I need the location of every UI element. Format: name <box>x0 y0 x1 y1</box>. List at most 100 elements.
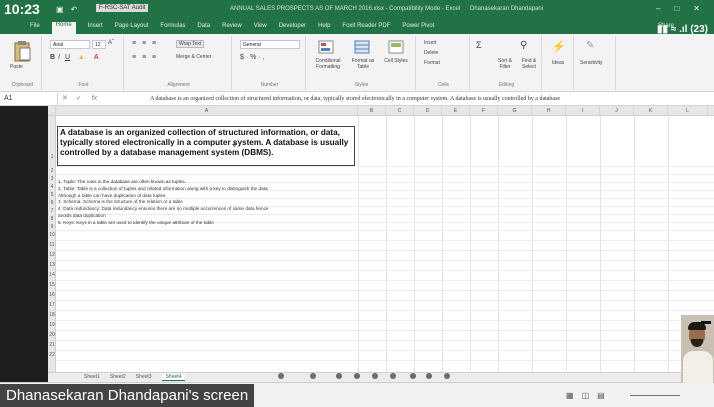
align-middle-icon[interactable]: ≡ <box>142 40 146 47</box>
column-header-d[interactable]: D <box>414 106 442 116</box>
zoom-slider[interactable] <box>630 395 680 396</box>
row-header[interactable]: 9 <box>48 224 56 230</box>
row-header[interactable]: 11 <box>48 242 56 248</box>
column-header-b[interactable]: B <box>358 106 386 116</box>
row-header[interactable]: 1 <box>48 154 56 160</box>
tab-home[interactable]: Home <box>51 22 76 34</box>
progress-dot[interactable] <box>310 373 316 379</box>
row-header[interactable]: 7 <box>48 208 56 214</box>
fx-icon[interactable]: fx <box>92 95 97 102</box>
select-all[interactable] <box>48 106 56 116</box>
row-header[interactable]: 10 <box>48 232 56 238</box>
conditional-formatting-button[interactable]: Conditional Formatting <box>310 58 346 70</box>
tab-formulas[interactable]: Formulas <box>160 23 185 34</box>
row-header[interactable]: 16 <box>48 292 56 298</box>
fill-color-icon[interactable]: ▲ <box>78 54 85 61</box>
normal-view-icon[interactable]: ▦ <box>566 391 574 400</box>
row-header[interactable]: 12 <box>48 252 56 258</box>
font-color-icon[interactable]: A <box>94 54 99 61</box>
align-left-icon[interactable]: ≡ <box>132 54 136 61</box>
row-header[interactable]: 20 <box>48 332 56 338</box>
autosum-icon[interactable]: Σ <box>476 40 482 50</box>
name-box[interactable]: A1 <box>0 93 58 105</box>
cell-line[interactable]: 3. Schema: Schema is the structure of th… <box>58 199 358 206</box>
currency-icon[interactable]: $ · % · , <box>240 54 265 61</box>
sheet-tab[interactable]: Sheet2 <box>110 374 126 381</box>
progress-dot[interactable] <box>372 373 378 379</box>
column-header-k[interactable]: K <box>634 106 668 116</box>
tab-data[interactable]: Data <box>197 23 210 34</box>
row-header[interactable]: 19 <box>48 322 56 328</box>
delete-cells-button[interactable]: Delete <box>424 50 438 56</box>
align-center-icon[interactable]: ≡ <box>142 54 146 61</box>
tab-review[interactable]: Review <box>222 23 242 34</box>
progress-dot[interactable] <box>410 373 416 379</box>
format-as-table-icon[interactable] <box>354 40 370 54</box>
row-header[interactable]: 8 <box>48 216 56 222</box>
column-header-f[interactable]: F <box>470 106 498 116</box>
ideas-icon[interactable]: ⚡ <box>552 40 566 53</box>
column-header-e[interactable]: E <box>442 106 470 116</box>
cell-line[interactable]: 4. Data redundancy: Data redundancy ensu… <box>58 206 358 213</box>
column-header-i[interactable]: I <box>566 106 600 116</box>
tab-insert[interactable]: Insert <box>88 23 103 34</box>
row-header[interactable]: 21 <box>48 342 56 348</box>
row-header[interactable]: 22 <box>48 352 56 358</box>
cell-line[interactable]: 5. Keys: Keys in a table are used to ide… <box>58 220 358 227</box>
column-header-l[interactable]: L <box>668 106 708 116</box>
minimize-icon[interactable]: – <box>656 4 660 13</box>
sheet-tab[interactable]: Sheet1 <box>84 374 100 381</box>
wrap-text-button[interactable]: Wrap Text <box>176 40 205 48</box>
font-size-select[interactable]: 12 <box>92 40 106 49</box>
page-layout-view-icon[interactable]: ◫ <box>582 391 590 400</box>
progress-dot[interactable] <box>336 373 342 379</box>
file-chip[interactable]: F-RSC-SAT Audit <box>96 4 149 12</box>
tab-help[interactable]: Help <box>318 23 330 34</box>
cell-styles-icon[interactable] <box>388 40 404 54</box>
minimize-video-icon[interactable] <box>701 321 711 324</box>
row-header[interactable]: 6 <box>48 200 56 206</box>
align-bottom-icon[interactable]: ≡ <box>152 40 156 47</box>
insert-cells-button[interactable]: Insert <box>424 40 437 46</box>
progress-dot[interactable] <box>278 373 284 379</box>
save-icon[interactable]: ▣ <box>56 5 64 14</box>
italic-button[interactable]: I <box>58 54 60 61</box>
font-grow-icon[interactable]: Aˆ <box>108 40 114 46</box>
cell-line[interactable]: Although a table can have duplication of… <box>58 193 358 200</box>
row-header[interactable]: 5 <box>48 192 56 198</box>
row-header[interactable]: 14 <box>48 272 56 278</box>
row-header[interactable]: 18 <box>48 312 56 318</box>
progress-dot[interactable] <box>390 373 396 379</box>
row-header[interactable]: 3 <box>48 176 56 182</box>
ideas-button[interactable]: Ideas <box>552 60 564 66</box>
cell-a1[interactable]: A database is an organized collection of… <box>57 126 355 166</box>
format-cells-button[interactable]: Format <box>424 60 440 66</box>
enter-icon[interactable]: ✓ <box>76 95 82 102</box>
underline-button[interactable]: U <box>65 54 70 61</box>
formula-input[interactable]: A database is an organized collection of… <box>150 93 705 105</box>
tab-power-pivot[interactable]: Power Pivot <box>402 23 434 34</box>
bold-button[interactable]: B <box>50 54 55 61</box>
tab-developer[interactable]: Developer <box>279 23 306 34</box>
column-header-g[interactable]: G <box>498 106 532 116</box>
tab-file[interactable]: File <box>30 23 40 34</box>
worksheet[interactable]: A B C D E F G H I J K L 1 2 3 4 5 6 7 8 … <box>48 106 714 372</box>
cell-styles-button[interactable]: Cell Styles <box>382 58 410 64</box>
undo-icon[interactable]: ↶ <box>71 5 78 14</box>
sensitivity-icon[interactable]: ✎ <box>586 40 594 51</box>
row-header[interactable]: 13 <box>48 262 56 268</box>
align-top-icon[interactable]: ≡ <box>132 40 136 47</box>
column-header-c[interactable]: C <box>386 106 414 116</box>
column-header-j[interactable]: J <box>600 106 634 116</box>
row-header[interactable]: 2 <box>48 168 56 174</box>
tab-view[interactable]: View <box>254 23 267 34</box>
row-header[interactable]: 17 <box>48 302 56 308</box>
maximize-icon[interactable]: □ <box>674 4 679 13</box>
conditional-formatting-icon[interactable] <box>318 40 334 54</box>
cancel-icon[interactable]: ✕ <box>62 95 68 102</box>
merge-center-button[interactable]: Merge & Center <box>176 54 211 60</box>
close-icon[interactable]: ✕ <box>693 4 700 13</box>
page-break-view-icon[interactable]: ▤ <box>597 391 605 400</box>
sheet-tab[interactable]: Sheet3 <box>136 374 152 381</box>
cell-line[interactable]: 2. Table: Table is a collection of tuple… <box>58 186 358 193</box>
